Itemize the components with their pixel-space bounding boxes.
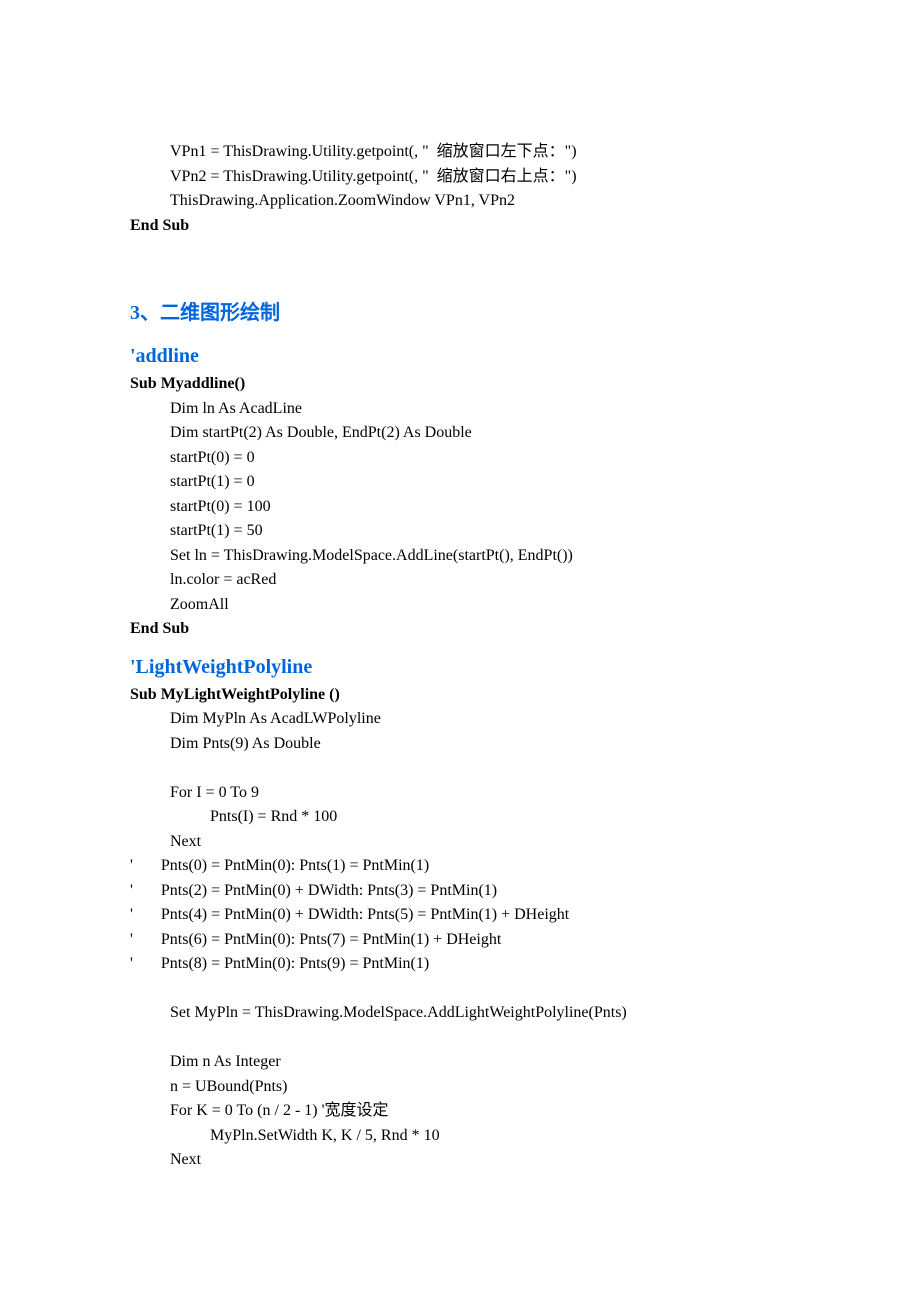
code-line: ThisDrawing.Application.ZoomWindow VPn1,…	[130, 189, 790, 214]
code-line-endsub: End Sub	[130, 214, 790, 239]
code-line: startPt(1) = 50	[130, 519, 790, 544]
code-line: Set MyPln = ThisDrawing.ModelSpace.AddLi…	[130, 1001, 790, 1026]
code-line-comment: ' Pnts(6) = PntMin(0): Pnts(7) = PntMin(…	[130, 928, 790, 953]
code-line: Dim n As Integer	[130, 1050, 790, 1075]
code-line-comment: ' Pnts(8) = PntMin(0): Pnts(9) = PntMin(…	[130, 952, 790, 977]
code-line: n = UBound(Pnts)	[130, 1075, 790, 1100]
code-line: Pnts(I) = Rnd * 100	[130, 805, 790, 830]
code-line: VPn1 = ThisDrawing.Utility.getpoint(, " …	[130, 140, 790, 165]
code-line: ZoomAll	[130, 593, 790, 618]
code-line-comment: ' Pnts(4) = PntMin(0) + DWidth: Pnts(5) …	[130, 903, 790, 928]
code-line: VPn2 = ThisDrawing.Utility.getpoint(, " …	[130, 165, 790, 190]
subheading-addline: 'addline	[130, 345, 790, 368]
blank-line	[130, 1026, 790, 1051]
code-line: Dim MyPln As AcadLWPolyline	[130, 707, 790, 732]
document-page: VPn1 = ThisDrawing.Utility.getpoint(, " …	[0, 0, 920, 1273]
subheading-lwpolyline: 'LightWeightPolyline	[130, 656, 790, 679]
code-line: startPt(1) = 0	[130, 470, 790, 495]
section-heading: 3、二维图形绘制	[130, 296, 790, 325]
code-line: Set ln = ThisDrawing.ModelSpace.AddLine(…	[130, 544, 790, 569]
code-line-comment: ' Pnts(2) = PntMin(0) + DWidth: Pnts(3) …	[130, 879, 790, 904]
blank-line	[130, 756, 790, 781]
code-line-sub: Sub Myaddline()	[130, 372, 790, 397]
code-line: Next	[130, 1148, 790, 1173]
code-line: startPt(0) = 100	[130, 495, 790, 520]
blank-line	[130, 977, 790, 1002]
code-line: Dim Pnts(9) As Double	[130, 732, 790, 757]
code-line: ln.color = acRed	[130, 568, 790, 593]
code-line: MyPln.SetWidth K, K / 5, Rnd * 10	[130, 1124, 790, 1149]
code-line: Next	[130, 830, 790, 855]
code-line: For I = 0 To 9	[130, 781, 790, 806]
code-line-comment: ' Pnts(0) = PntMin(0): Pnts(1) = PntMin(…	[130, 854, 790, 879]
code-line-endsub: End Sub	[130, 617, 790, 642]
code-line: startPt(0) = 0	[130, 446, 790, 471]
code-line: Dim startPt(2) As Double, EndPt(2) As Do…	[130, 421, 790, 446]
code-line-sub: Sub MyLightWeightPolyline ()	[130, 683, 790, 708]
code-line: For K = 0 To (n / 2 - 1) '宽度设定	[130, 1099, 790, 1124]
code-line: Dim ln As AcadLine	[130, 397, 790, 422]
